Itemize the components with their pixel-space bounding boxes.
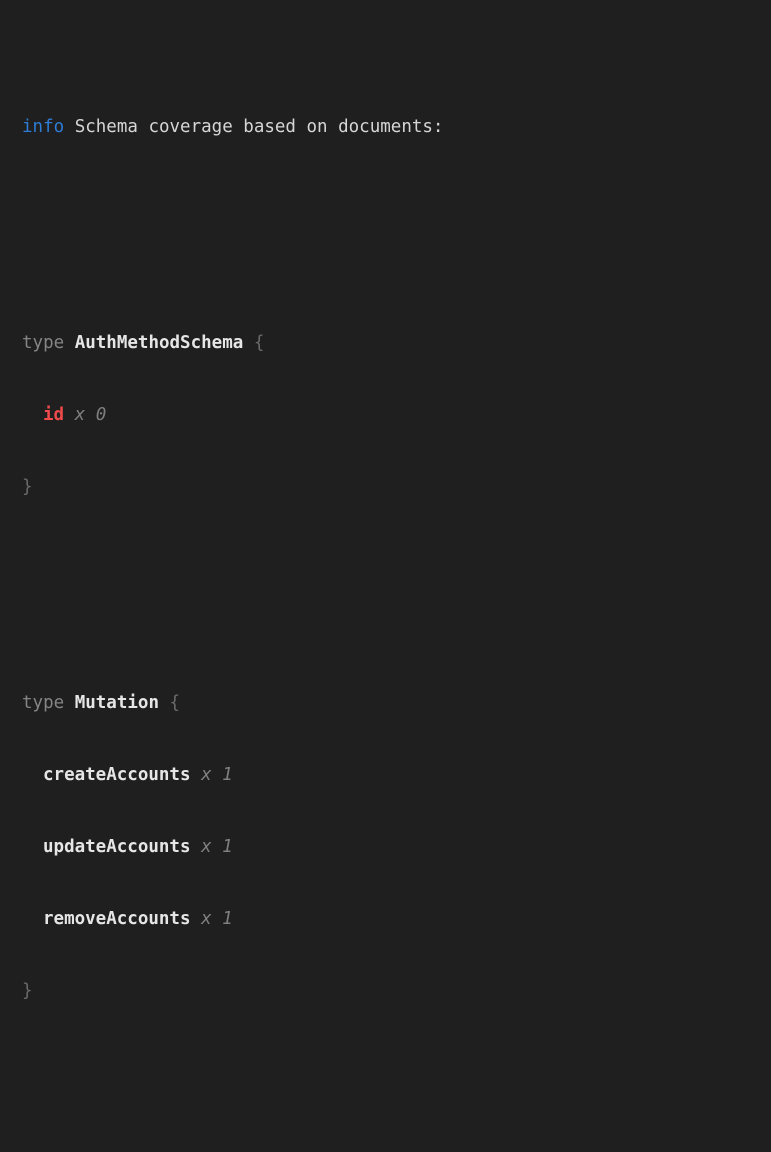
field-line-removeaccounts: removeAccounts x 1 [22, 907, 761, 931]
type-keyword: type [22, 333, 64, 353]
type-declaration-mutation: type Mutation { [22, 691, 761, 715]
close-brace-line: } [22, 979, 761, 1003]
field-name: id [43, 405, 64, 425]
field-name: createAccounts [43, 765, 191, 785]
open-brace: { [254, 333, 265, 353]
field-count: x 1 [201, 909, 233, 929]
blank-line [22, 1075, 761, 1099]
info-message: Schema coverage based on documents: [75, 117, 444, 137]
info-level-label: info [22, 117, 64, 137]
field-count: x 1 [201, 837, 233, 857]
type-declaration-authmethodschema: type AuthMethodSchema { [22, 331, 761, 355]
field-line-id: id x 0 [22, 403, 761, 427]
blank-line [22, 571, 761, 595]
field-name: updateAccounts [43, 837, 191, 857]
field-line-createaccounts: createAccounts x 1 [22, 763, 761, 787]
field-count: x 1 [201, 765, 233, 785]
type-keyword: type [22, 693, 64, 713]
info-line: info Schema coverage based on documents: [22, 115, 761, 139]
close-brace: } [22, 477, 33, 497]
field-name: removeAccounts [43, 909, 191, 929]
blank-line [22, 211, 761, 235]
field-line-updateaccounts: updateAccounts x 1 [22, 835, 761, 859]
field-count: x 0 [75, 405, 107, 425]
terminal-output[interactable]: info Schema coverage based on documents:… [0, 0, 771, 576]
close-brace: } [22, 981, 33, 1001]
type-name: AuthMethodSchema [75, 333, 244, 353]
type-name: Mutation [75, 693, 159, 713]
close-brace-line: } [22, 475, 761, 499]
open-brace: { [170, 693, 181, 713]
